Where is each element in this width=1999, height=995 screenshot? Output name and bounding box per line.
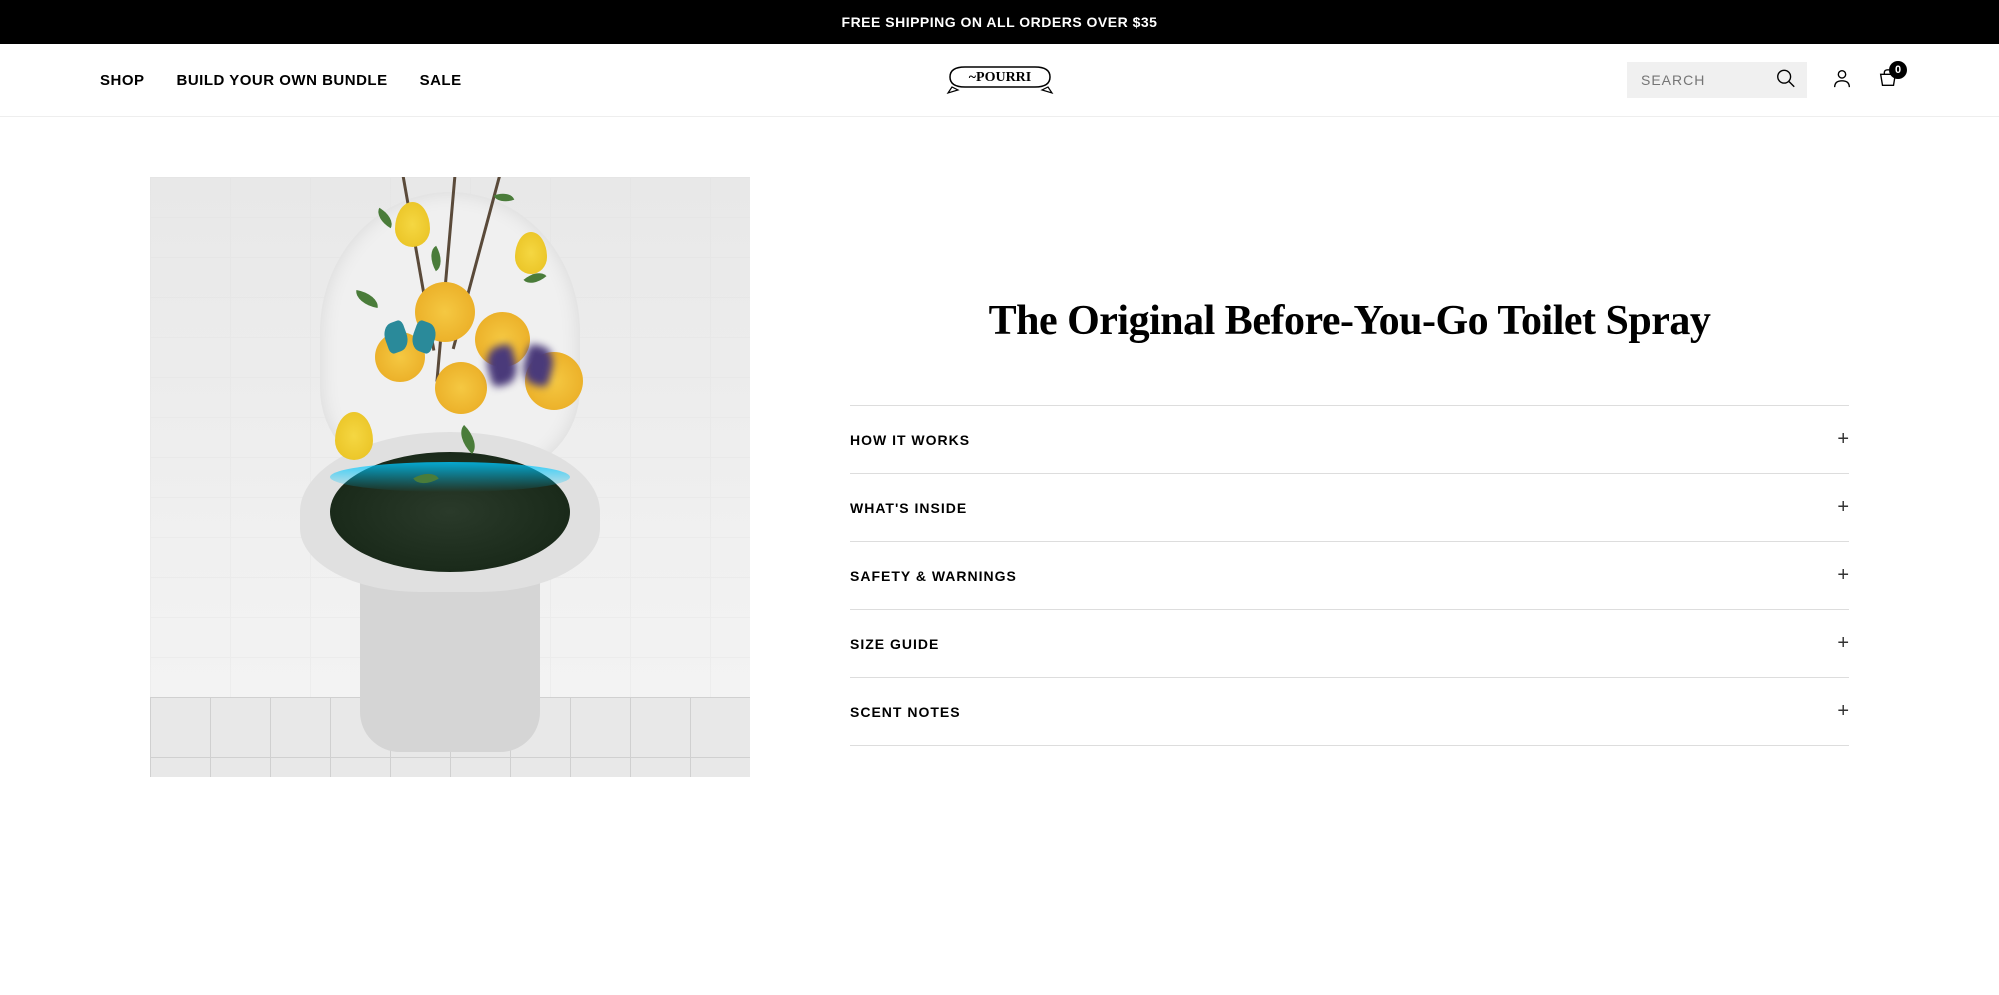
nav-bundle[interactable]: BUILD YOUR OWN BUNDLE: [177, 72, 388, 89]
butterfly-wing: [381, 319, 412, 355]
accordion-size-guide[interactable]: SIZE GUIDE +: [850, 610, 1849, 678]
nav-shop[interactable]: SHOP: [100, 72, 145, 89]
accordion-scent-notes[interactable]: SCENT NOTES +: [850, 678, 1849, 746]
account-icon: [1831, 67, 1853, 89]
butterfly-wing: [519, 343, 557, 388]
butterfly-wing: [483, 343, 521, 388]
butterfly: [385, 322, 435, 362]
svg-text:~POURRI: ~POURRI: [968, 70, 1031, 85]
cart-link[interactable]: 0: [1877, 67, 1899, 94]
product-title: The Original Before-You-Go Toilet Spray: [850, 297, 1849, 345]
plus-icon: +: [1837, 700, 1849, 723]
accordion-label: WHAT'S INSIDE: [850, 500, 967, 516]
plus-icon: +: [1837, 428, 1849, 451]
leaf: [413, 467, 439, 489]
announcement-bar: FREE SHIPPING ON ALL ORDERS OVER $35: [0, 0, 1999, 44]
header-utilities: 0: [1627, 62, 1899, 98]
product-detail: The Original Before-You-Go Toilet Spray …: [0, 117, 1999, 837]
flower: [435, 362, 487, 414]
product-image: [150, 177, 750, 777]
leaf: [373, 208, 396, 228]
butterfly: [488, 346, 553, 398]
lemon: [335, 412, 373, 460]
floral-arrangement: [275, 177, 625, 552]
logo-icon: ~POURRI: [940, 55, 1060, 100]
lemon: [515, 232, 547, 274]
plus-icon: +: [1837, 632, 1849, 655]
search-icon: [1775, 68, 1797, 90]
accordion-whats-inside[interactable]: WHAT'S INSIDE +: [850, 474, 1849, 542]
account-link[interactable]: [1831, 67, 1853, 94]
search-button[interactable]: [1775, 68, 1797, 93]
accordion-label: HOW IT WORKS: [850, 432, 970, 448]
nav-sale[interactable]: SALE: [420, 72, 462, 89]
product-accordion: HOW IT WORKS + WHAT'S INSIDE + SAFETY & …: [850, 405, 1849, 746]
leaf: [425, 246, 447, 272]
accordion-how-it-works[interactable]: HOW IT WORKS +: [850, 406, 1849, 474]
cart-count-badge: 0: [1889, 61, 1907, 79]
lemon: [395, 202, 430, 247]
branch: [435, 177, 457, 382]
toilet-illustration: [260, 252, 640, 752]
site-header: SHOP BUILD YOUR OWN BUNDLE SALE ~POURRI: [0, 44, 1999, 117]
plus-icon: +: [1837, 496, 1849, 519]
leaf: [454, 425, 483, 454]
accordion-safety-warnings[interactable]: SAFETY & WARNINGS +: [850, 542, 1849, 610]
search-wrapper: [1627, 62, 1807, 98]
plus-icon: +: [1837, 564, 1849, 587]
logo[interactable]: ~POURRI: [940, 55, 1060, 105]
accordion-label: SCENT NOTES: [850, 704, 961, 720]
primary-nav: SHOP BUILD YOUR OWN BUNDLE SALE: [100, 72, 462, 89]
announcement-text: FREE SHIPPING ON ALL ORDERS OVER $35: [842, 14, 1158, 30]
accordion-label: SIZE GUIDE: [850, 636, 939, 652]
butterfly-wing: [409, 319, 440, 355]
product-info-panel: The Original Before-You-Go Toilet Spray …: [850, 177, 1849, 777]
accordion-label: SAFETY & WARNINGS: [850, 568, 1017, 584]
leaf: [354, 290, 380, 308]
